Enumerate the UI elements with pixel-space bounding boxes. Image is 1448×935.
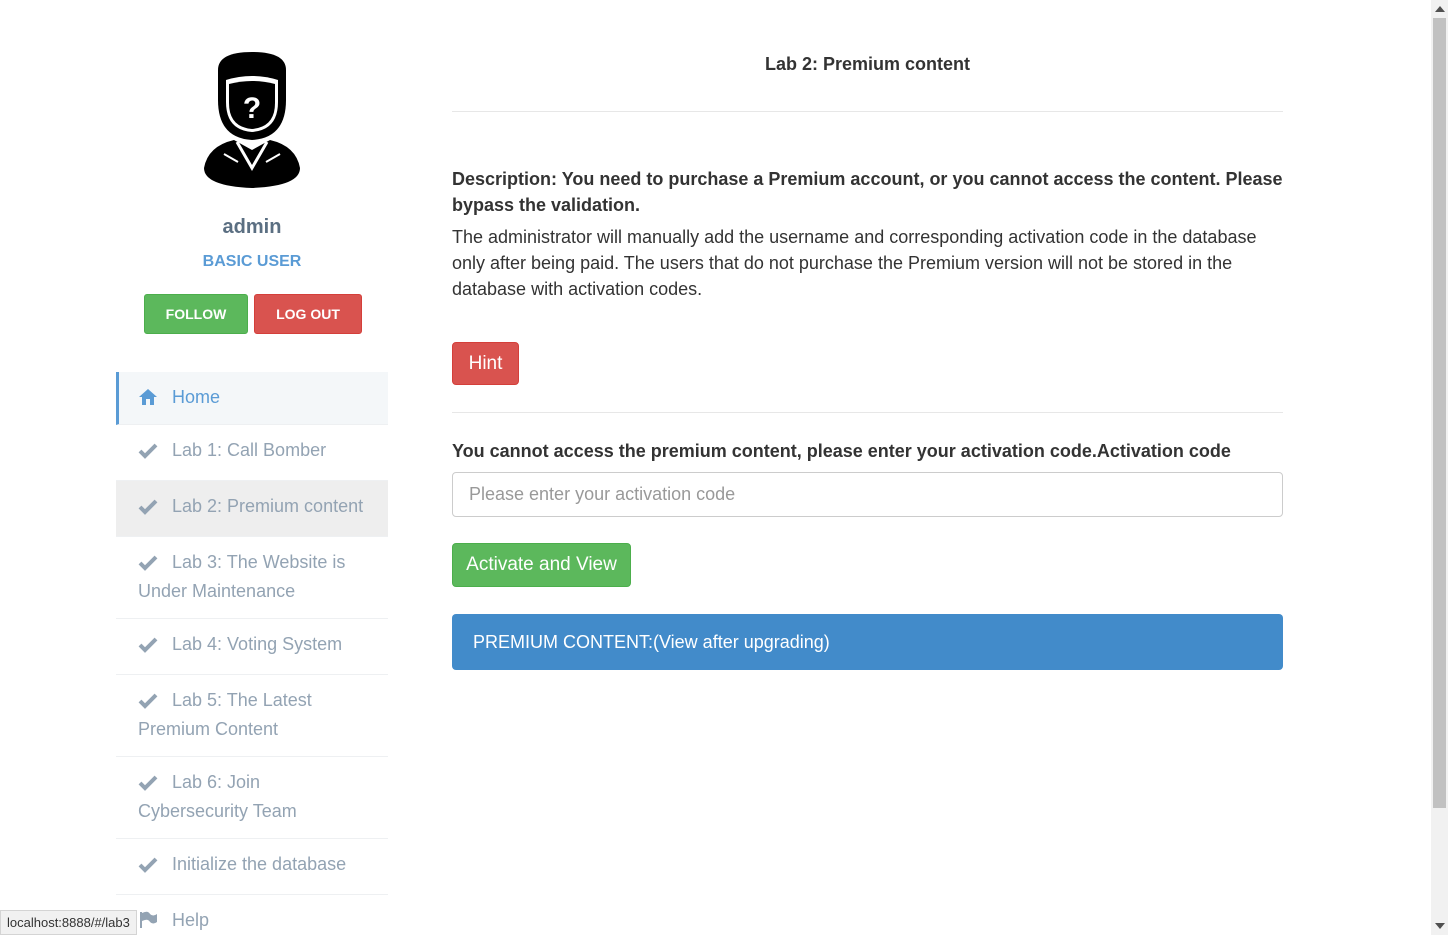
vertical-scrollbar[interactable]	[1431, 0, 1448, 935]
activation-prompt: You cannot access the premium content, p…	[452, 441, 1231, 461]
sidebar-item-initialize-db[interactable]: Initialize the database	[116, 839, 388, 895]
sidebar-item-lab3[interactable]: Lab 3: The Website is Under Maintenance	[116, 537, 388, 619]
logout-button[interactable]: LOG OUT	[254, 294, 362, 334]
activate-and-view-button[interactable]: Activate and View	[452, 543, 631, 587]
sidebar-item-lab6[interactable]: Lab 6: Join Cybersecurity Team	[116, 757, 388, 839]
profile-username: admin	[222, 216, 282, 238]
scrollbar-thumb[interactable]	[1433, 18, 1446, 808]
sidebar-item-home[interactable]: Home	[116, 372, 388, 425]
sidebar-item-lab1[interactable]: Lab 1: Call Bomber	[116, 425, 388, 481]
home-icon	[138, 387, 160, 413]
sidebar: ? admin BASIC USER FOLLOW LOG OUT Home L…	[116, 0, 388, 935]
check-icon	[138, 552, 160, 578]
check-icon	[138, 854, 160, 880]
check-icon	[138, 440, 160, 466]
sidebar-item-label: Lab 4: Voting System	[172, 634, 343, 654]
description-text: The administrator will manually add the …	[452, 227, 1257, 299]
anonymous-user-icon: ?	[204, 52, 300, 188]
sidebar-item-label: Lab 1: Call Bomber	[172, 440, 327, 460]
profile-role: BASIC USER	[202, 253, 302, 270]
sidebar-item-help[interactable]: Help	[116, 895, 388, 935]
page-title: Lab 2: Premium content	[764, 54, 971, 74]
divider	[452, 412, 1283, 413]
check-icon	[138, 690, 160, 716]
sidebar-nav: Home Lab 1: Call Bomber Lab 2: Premium c…	[116, 372, 388, 935]
premium-content-panel: PREMIUM CONTENT:(View after upgrading)	[452, 614, 1283, 670]
scroll-up-arrow-icon[interactable]	[1435, 6, 1445, 12]
svg-text:?: ?	[243, 92, 261, 125]
activation-code-input[interactable]	[452, 472, 1283, 517]
status-bar-url: localhost:8888/#/lab3	[0, 910, 137, 935]
check-icon	[138, 496, 160, 522]
sidebar-item-label: Lab 5: The Latest Premium Content	[138, 690, 312, 739]
sidebar-item-label: Lab 2: Premium content	[172, 496, 364, 516]
avatar: ?	[204, 50, 300, 190]
description-heading: Description: You need to purchase a Prem…	[452, 169, 1283, 215]
sidebar-item-lab4[interactable]: Lab 4: Voting System	[116, 619, 388, 675]
follow-button[interactable]: FOLLOW	[144, 294, 248, 334]
flag-icon	[138, 910, 160, 935]
sidebar-item-label: Lab 6: Join Cybersecurity Team	[138, 772, 297, 821]
hint-button[interactable]: Hint	[452, 342, 519, 385]
divider	[452, 111, 1283, 112]
sidebar-item-lab5[interactable]: Lab 5: The Latest Premium Content	[116, 675, 388, 757]
scroll-down-arrow-icon[interactable]	[1435, 923, 1445, 929]
sidebar-item-label: Help	[172, 910, 210, 930]
sidebar-item-label: Lab 3: The Website is Under Maintenance	[138, 552, 346, 601]
check-icon	[138, 634, 160, 660]
check-icon	[138, 772, 160, 798]
sidebar-item-lab2[interactable]: Lab 2: Premium content	[116, 481, 388, 537]
sidebar-item-label: Initialize the database	[172, 854, 347, 874]
sidebar-item-label: Home	[172, 387, 221, 407]
